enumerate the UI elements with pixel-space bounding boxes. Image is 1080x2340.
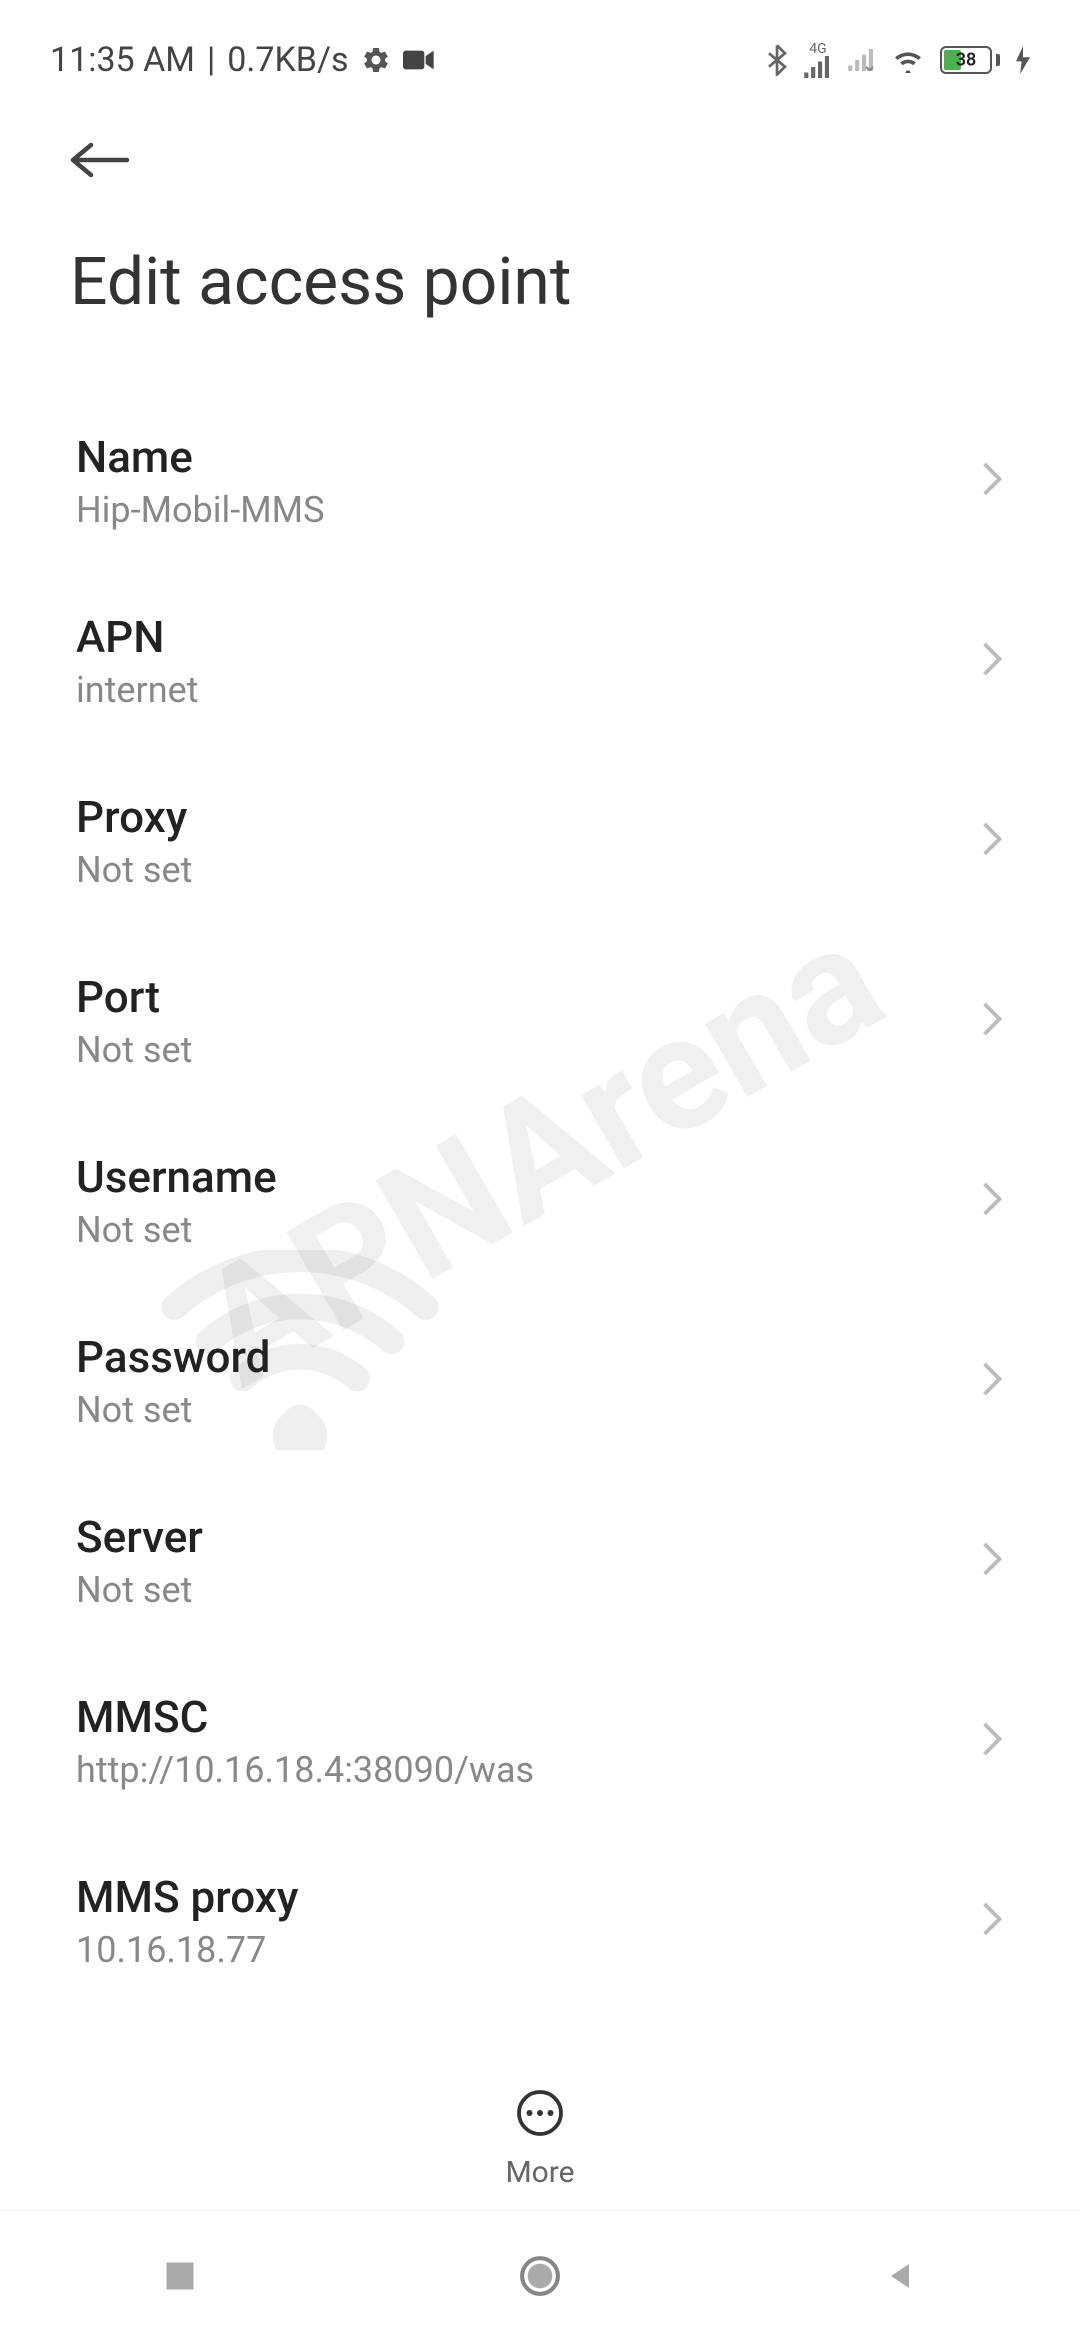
setting-mms-proxy[interactable]: MMS proxy 10.16.18.77 [0, 1831, 1080, 2011]
setting-port[interactable]: Port Not set [0, 931, 1080, 1111]
nav-back-button[interactable] [876, 2252, 924, 2300]
header: Edit access point [0, 90, 1080, 351]
battery-indicator: 38 [940, 46, 1000, 74]
status-bar: 11:35 AM | 0.7KB/s 4G 38 [0, 0, 1080, 90]
setting-value: 10.16.18.77 [76, 1929, 980, 1971]
setting-label: Proxy [76, 791, 980, 843]
setting-label: Username [76, 1151, 980, 1203]
chevron-right-icon [980, 1361, 1004, 1401]
setting-apn[interactable]: APN internet [0, 571, 1080, 751]
setting-name[interactable]: Name Hip-Mobil-MMS [0, 391, 1080, 571]
navigation-bar [0, 2210, 1080, 2340]
status-data-rate: 0.7KB/s [227, 40, 348, 80]
page-title: Edit access point [70, 244, 1010, 321]
bluetooth-icon [766, 44, 788, 76]
setting-label: APN [76, 611, 980, 663]
setting-value: internet [76, 669, 980, 711]
setting-value: Not set [76, 1209, 980, 1251]
setting-value: Not set [76, 1389, 980, 1431]
signal-no-sim-icon [848, 49, 876, 71]
setting-label: Port [76, 971, 980, 1023]
chevron-right-icon [980, 1181, 1004, 1221]
gear-icon [361, 45, 391, 75]
chevron-right-icon [980, 1001, 1004, 1041]
setting-proxy[interactable]: Proxy Not set [0, 751, 1080, 931]
nav-recents-button[interactable] [156, 2252, 204, 2300]
more-label: More [505, 2155, 574, 2190]
camera-icon [403, 48, 435, 72]
wifi-icon [892, 47, 924, 73]
chevron-right-icon [980, 461, 1004, 501]
setting-value: Hip-Mobil-MMS [76, 489, 980, 531]
chevron-right-icon [980, 1721, 1004, 1761]
setting-password[interactable]: Password Not set [0, 1291, 1080, 1471]
chevron-right-icon [980, 821, 1004, 861]
setting-server[interactable]: Server Not set [0, 1471, 1080, 1651]
status-time: 11:35 AM [50, 40, 195, 80]
chevron-right-icon [980, 1541, 1004, 1581]
chevron-right-icon [980, 1901, 1004, 1941]
setting-value: http://10.16.18.4:38090/was [76, 1749, 980, 1791]
setting-username[interactable]: Username Not set [0, 1111, 1080, 1291]
setting-value: Not set [76, 849, 980, 891]
setting-value: Not set [76, 1569, 980, 1611]
status-separator: | [207, 40, 215, 80]
charging-icon [1016, 46, 1030, 74]
setting-label: Name [76, 431, 980, 483]
signal-4g-icon: 4G [804, 42, 832, 78]
nav-home-button[interactable] [516, 2252, 564, 2300]
status-left: 11:35 AM | 0.7KB/s [50, 40, 435, 80]
setting-label: MMS proxy [76, 1871, 980, 1923]
setting-label: Server [76, 1511, 980, 1563]
setting-value: Not set [76, 1029, 980, 1071]
setting-label: Password [76, 1331, 980, 1383]
status-right: 4G 38 [766, 42, 1030, 78]
chevron-right-icon [980, 641, 1004, 681]
setting-mmsc[interactable]: MMSC http://10.16.18.4:38090/was [0, 1651, 1080, 1831]
back-button[interactable] [70, 140, 130, 184]
setting-label: MMSC [76, 1691, 980, 1743]
more-button[interactable] [516, 2089, 564, 2141]
settings-list: Name Hip-Mobil-MMS APN internet Proxy No… [0, 351, 1080, 2051]
bottom-action-bar: More [0, 2059, 1080, 2210]
